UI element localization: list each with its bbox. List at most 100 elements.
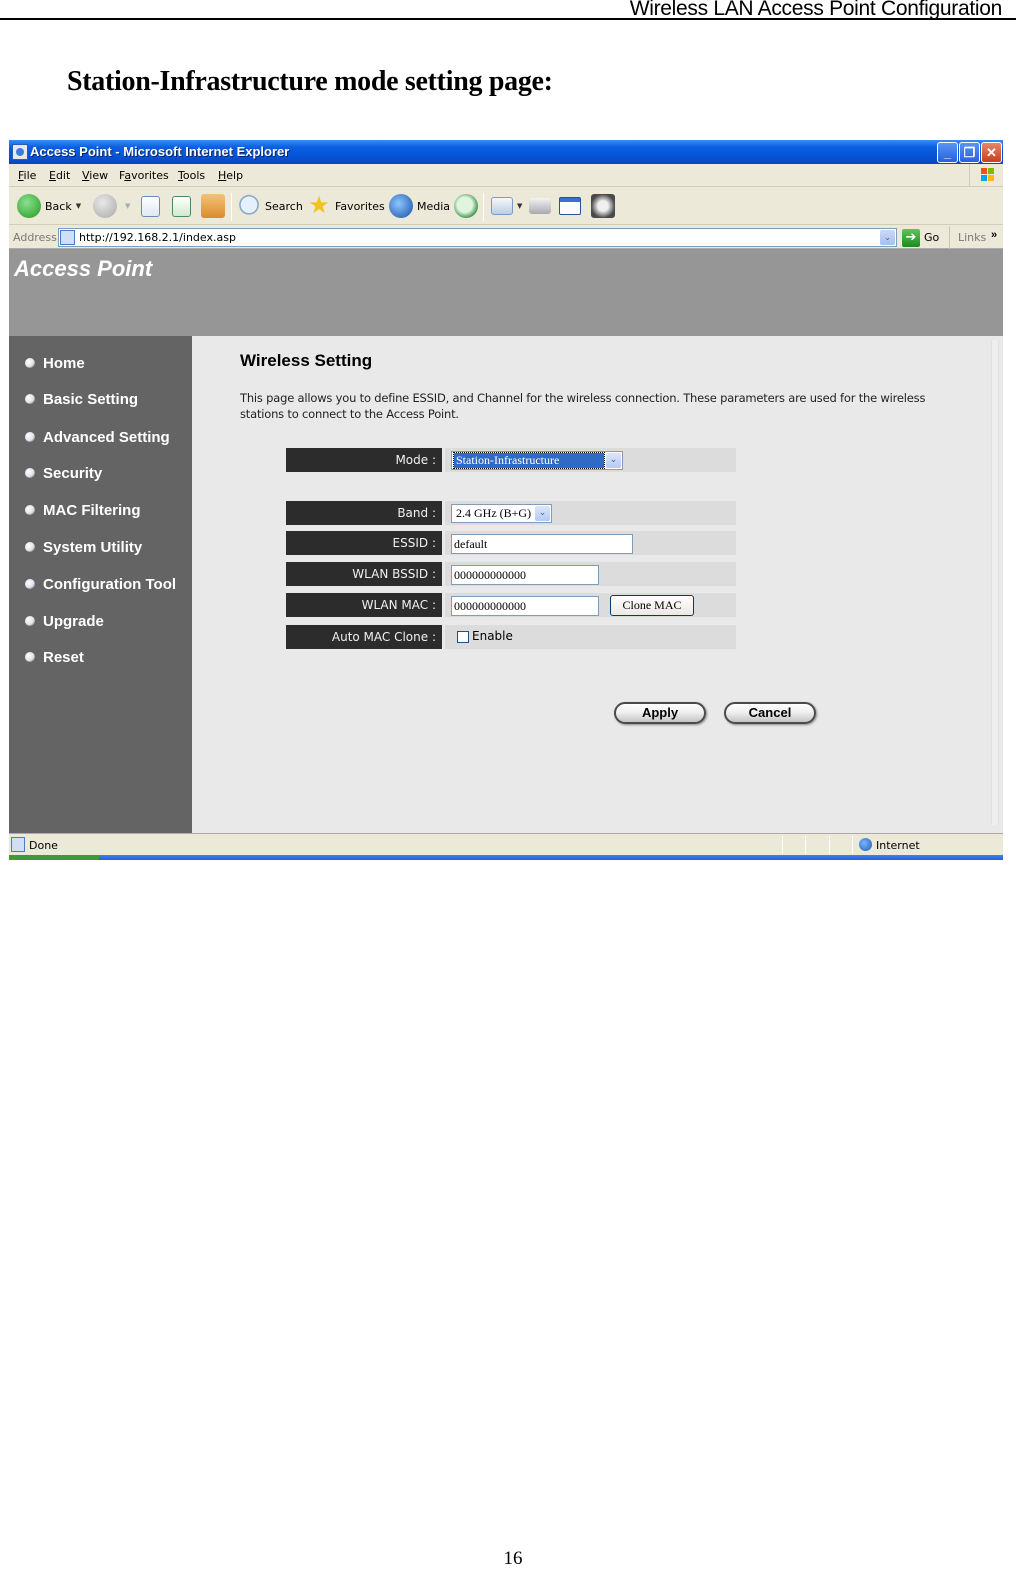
edit-icon [559, 197, 581, 215]
favorites-button[interactable]: ★ Favorites [307, 191, 384, 219]
home-button[interactable] [201, 193, 229, 219]
mode-select[interactable]: Station-Infrastructure ⌄ [451, 451, 623, 470]
nav-item-mac-filtering[interactable]: MAC Filtering [25, 499, 141, 521]
wlan-mac-cell: 000000000000 Clone MAC [445, 593, 736, 617]
taskbar [9, 855, 1003, 860]
bullet-icon [25, 616, 35, 626]
nav-item-security[interactable]: Security [25, 462, 102, 484]
links-button[interactable]: Links [949, 226, 986, 249]
address-url[interactable]: http://192.168.2.1/index.asp [79, 231, 236, 244]
bullet-icon [25, 394, 35, 404]
essid-input[interactable]: default [451, 534, 633, 554]
content-scrollbar[interactable] [991, 340, 999, 825]
menu-file[interactable]: File [18, 169, 36, 182]
print-button[interactable] [529, 193, 555, 219]
auto-mac-clone-checkbox[interactable] [457, 631, 469, 643]
menu-bar: File Edit View Favorites Tools Help [9, 164, 1003, 187]
page-number: 16 [503, 1548, 523, 1569]
messenger-button[interactable] [591, 193, 619, 219]
essid-label: ESSID : [286, 531, 442, 555]
form-row-wlan-mac: WLAN MAC : 000000000000 Clone MAC [286, 593, 736, 617]
auto-mac-clone-label: Auto MAC Clone : [286, 625, 442, 649]
browser-window: Access Point - Microsoft Internet Explor… [9, 140, 1003, 860]
clone-mac-button[interactable]: Clone MAC [610, 595, 694, 616]
form-row-band: Band : 2.4 GHz (B+G) ⌄ [286, 501, 736, 525]
favorites-star-icon: ★ [308, 191, 330, 219]
search-button[interactable]: Search [237, 193, 303, 219]
band-select[interactable]: 2.4 GHz (B+G) ⌄ [451, 504, 552, 523]
web-page: Access Point Home Basic Setting Advanced… [9, 249, 1003, 833]
media-button[interactable]: Media [389, 193, 450, 219]
bssid-input[interactable]: 000000000000 [451, 565, 599, 585]
menu-help[interactable]: Help [218, 169, 243, 182]
bssid-cell: 000000000000 [445, 562, 736, 586]
mode-label: Mode : [286, 448, 442, 472]
go-button[interactable]: ➔ Go [902, 228, 939, 247]
toolbar-separator [231, 193, 232, 221]
stop-icon [141, 195, 160, 217]
forward-button[interactable]: ▼ [93, 193, 130, 219]
page-icon [60, 230, 75, 245]
bssid-label: WLAN BSSID : [286, 562, 442, 586]
form-row-mode: Mode : Station-Infrastructure ⌄ [286, 448, 736, 472]
back-dropdown-icon[interactable]: ▼ [76, 202, 81, 210]
edit-button[interactable] [559, 193, 585, 219]
close-button[interactable]: ✕ [981, 142, 1002, 163]
apply-button[interactable]: Apply [614, 702, 706, 724]
mail-button[interactable]: ▼ [491, 193, 522, 219]
home-icon [201, 194, 225, 218]
status-text: Done [29, 839, 58, 852]
chevron-down-icon[interactable]: ⌄ [535, 506, 550, 521]
nav-item-reset[interactable]: Reset [25, 646, 84, 668]
bullet-icon [25, 579, 35, 589]
nav-item-configuration-tool[interactable]: Configuration Tool [25, 573, 176, 595]
nav-item-upgrade[interactable]: Upgrade [25, 610, 104, 632]
stop-button[interactable] [141, 193, 164, 219]
title-bar[interactable]: Access Point - Microsoft Internet Explor… [9, 140, 1003, 164]
status-pane-divider [782, 836, 783, 854]
band-label: Band : [286, 501, 442, 525]
wlan-mac-input[interactable]: 000000000000 [451, 596, 599, 616]
mail-icon [491, 197, 513, 215]
address-dropdown-icon[interactable]: ⌄ [880, 230, 895, 245]
form-row-essid: ESSID : default [286, 531, 736, 555]
ie-page-icon [12, 144, 28, 160]
menu-tools[interactable]: Tools [178, 169, 205, 182]
go-arrow-icon: ➔ [902, 228, 920, 247]
menu-edit[interactable]: Edit [49, 169, 70, 182]
search-icon [237, 194, 261, 218]
nav-item-basic-setting[interactable]: Basic Setting [25, 388, 138, 410]
mail-dropdown-icon[interactable]: ▼ [517, 202, 522, 210]
document-header-title: Wireless LAN Access Point Configuration [629, 0, 1003, 20]
wlan-mac-label: WLAN MAC : [286, 593, 442, 617]
refresh-icon [172, 195, 191, 217]
nav-item-home[interactable]: Home [25, 352, 85, 374]
toolbar: Back ▼ ▼ Search ★ Favorites Media ▼ [9, 187, 1003, 225]
banner-title: Access Point [14, 256, 153, 281]
minimize-button[interactable]: _ [937, 142, 958, 163]
auto-mac-clone-cell: Enable [445, 625, 736, 649]
start-button[interactable] [9, 855, 99, 860]
chevron-down-icon[interactable]: ⌄ [606, 453, 621, 468]
section-description: This page allows you to define ESSID, an… [240, 391, 926, 421]
back-button[interactable]: Back ▼ [17, 193, 81, 219]
status-pane-divider [852, 836, 853, 854]
links-chevron-icon[interactable]: » [991, 229, 997, 241]
enable-label[interactable]: Enable [472, 629, 513, 643]
menu-favorites[interactable]: Favorites [119, 169, 169, 182]
bullet-icon [25, 468, 35, 478]
nav-item-advanced-setting[interactable]: Advanced Setting [25, 426, 170, 448]
sidebar-nav: Home Basic Setting Advanced Setting Secu… [9, 336, 192, 833]
form-row-bssid: WLAN BSSID : 000000000000 [286, 562, 736, 586]
mode-cell: Station-Infrastructure ⌄ [445, 448, 736, 472]
nav-item-system-utility[interactable]: System Utility [25, 536, 142, 558]
refresh-button[interactable] [172, 193, 195, 219]
mode-selected-value: Station-Infrastructure [453, 452, 605, 469]
menu-view[interactable]: View [82, 169, 108, 182]
content-area: Wireless Setting This page allows you to… [192, 336, 1003, 833]
cancel-button[interactable]: Cancel [724, 702, 816, 724]
history-button[interactable] [454, 193, 482, 219]
address-input[interactable]: http://192.168.2.1/index.asp ⌄ [58, 228, 897, 247]
restore-button[interactable]: ❐ [959, 142, 980, 163]
forward-dropdown-icon[interactable]: ▼ [125, 202, 130, 210]
